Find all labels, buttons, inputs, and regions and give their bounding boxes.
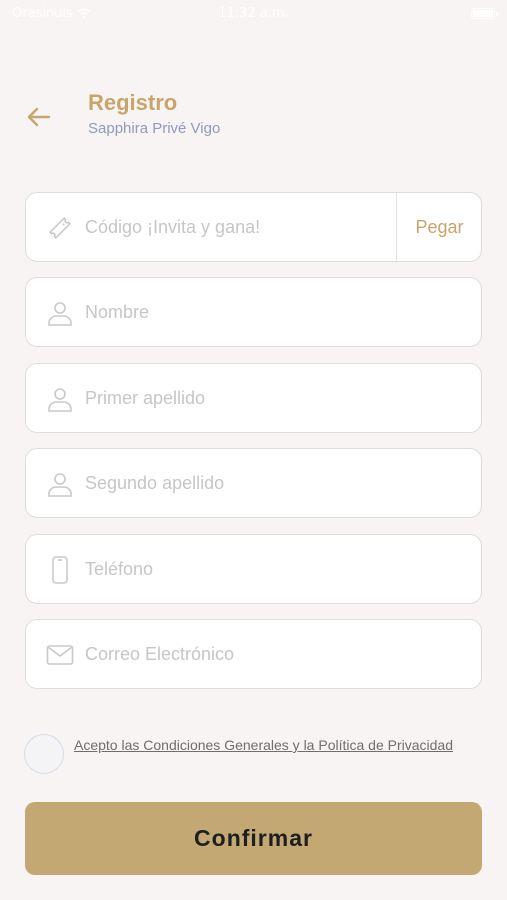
- phone-field: [25, 534, 482, 604]
- ticket-icon: [46, 214, 74, 242]
- user-icon: [46, 470, 74, 498]
- user-icon: [46, 299, 74, 327]
- terms-link[interactable]: Acepto las Condiciones Generales y la Po…: [74, 735, 474, 755]
- phone-input[interactable]: [85, 535, 471, 603]
- mail-icon: [46, 641, 74, 669]
- last-name-1-field: [25, 363, 482, 433]
- invite-code-input[interactable]: [85, 193, 381, 261]
- page-subtitle: Sapphira Privé Vigo: [88, 120, 221, 137]
- status-time: 11:32 a.m.: [218, 6, 289, 21]
- battery-icon: [471, 8, 498, 19]
- arrow-left-icon: [27, 107, 51, 127]
- last-name-2-field: [25, 448, 482, 518]
- first-name-field: [25, 277, 482, 347]
- paste-button[interactable]: Pegar: [397, 193, 482, 261]
- last-name-2-input[interactable]: [85, 449, 471, 517]
- page-title: Registro: [88, 90, 178, 115]
- email-input[interactable]: [85, 620, 471, 688]
- header: Registro Sapphira Privé Vigo: [0, 88, 507, 148]
- last-name-1-input[interactable]: [85, 364, 471, 432]
- back-button[interactable]: [22, 100, 56, 134]
- confirm-button[interactable]: Confirmar: [25, 802, 482, 875]
- user-icon: [46, 385, 74, 413]
- terms-row: Acepto las Condiciones Generales y la Po…: [22, 734, 482, 778]
- email-field: [25, 619, 482, 689]
- phone-icon: [46, 556, 74, 584]
- status-bar: Orasinuls 11:32 a.m.: [0, 0, 507, 28]
- terms-checkbox[interactable]: [24, 734, 64, 774]
- invite-code-field: Pegar: [25, 192, 482, 262]
- first-name-input[interactable]: [85, 278, 471, 346]
